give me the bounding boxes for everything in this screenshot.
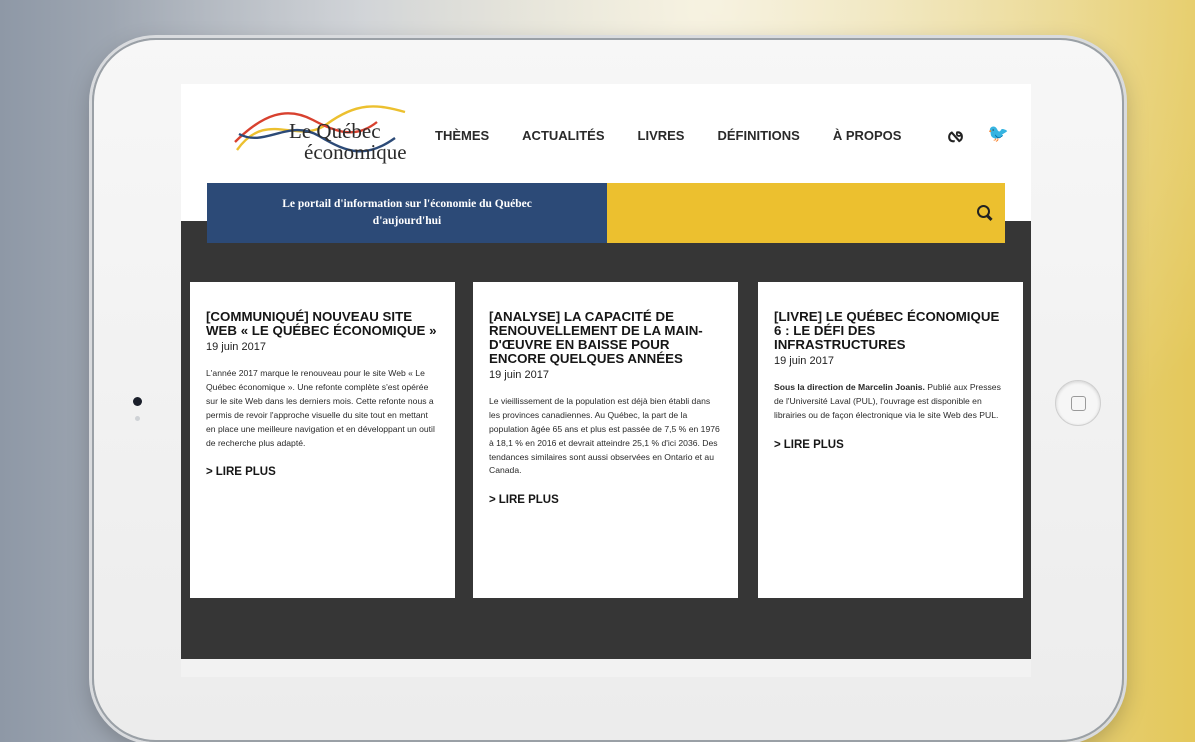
article-excerpt: Sous la direction de Marcelin Joanis. Pu… bbox=[774, 381, 1007, 423]
article-excerpt: Le vieillissement de la population est d… bbox=[489, 395, 720, 476]
nav-definitions[interactable]: DÉFINITIONS bbox=[717, 128, 799, 143]
article-card[interactable]: [LIVRE] LE QUÉBEC ÉCONOMIQUE 6 : LE DÉFI… bbox=[758, 282, 1023, 598]
camera-icon bbox=[133, 397, 142, 406]
rss-icon[interactable]: ᰒ bbox=[947, 124, 964, 150]
home-square-icon bbox=[1071, 396, 1086, 411]
sensor-dot bbox=[135, 416, 140, 421]
logo-line-1: Le Québec bbox=[289, 119, 381, 143]
article-title[interactable]: [LIVRE] LE QUÉBEC ÉCONOMIQUE 6 : LE DÉFI… bbox=[774, 310, 1007, 352]
footer-band bbox=[181, 659, 1031, 677]
search-bar[interactable] bbox=[607, 183, 1005, 243]
article-excerpt-bold: Sous la direction de Marcelin Joanis. bbox=[774, 381, 925, 392]
social-links: ᰒ 🐦 bbox=[947, 124, 1009, 150]
read-more-link[interactable]: LIRE PLUS bbox=[489, 494, 722, 506]
article-card[interactable]: [COMMUNIQUÉ] NOUVEAU SITE WEB « LE QUÉBE… bbox=[190, 282, 455, 598]
logo-line-2: économique bbox=[304, 140, 407, 164]
article-date: 19 juin 2017 bbox=[206, 340, 266, 353]
nav-livres[interactable]: LIVRES bbox=[638, 128, 685, 143]
home-button[interactable] bbox=[1055, 380, 1101, 426]
nav-actualites[interactable]: ACTUALITÉS bbox=[522, 128, 604, 143]
article-date: 19 juin 2017 bbox=[774, 354, 834, 367]
article-title[interactable]: [COMMUNIQUÉ] NOUVEAU SITE WEB « LE QUÉBE… bbox=[206, 310, 439, 338]
article-card[interactable]: [ANALYSE] LA CAPACITÉ DE RENOUVELLEMENT … bbox=[473, 282, 738, 598]
website-screen: Le Québec économique THÈMES ACTUALITÉS L… bbox=[181, 84, 1031, 677]
article-excerpt: L'année 2017 marque le renouveau pour le… bbox=[206, 367, 435, 448]
nav-a-propos[interactable]: À PROPOS bbox=[833, 128, 902, 143]
read-more-link[interactable]: LIRE PLUS bbox=[206, 466, 439, 478]
read-more-link[interactable]: LIRE PLUS bbox=[774, 439, 1007, 451]
article-title[interactable]: [ANALYSE] LA CAPACITÉ DE RENOUVELLEMENT … bbox=[489, 310, 722, 366]
search-icon[interactable] bbox=[977, 205, 990, 218]
main-nav: THÈMES ACTUALITÉS LIVRES DÉFINITIONS À P… bbox=[435, 128, 901, 143]
nav-themes[interactable]: THÈMES bbox=[435, 128, 489, 143]
article-date: 19 juin 2017 bbox=[489, 368, 549, 381]
tagline-banner: Le portail d'information sur l'économie … bbox=[207, 183, 607, 243]
twitter-icon[interactable]: 🐦 bbox=[988, 124, 1009, 150]
site-logo[interactable]: Le Québec économique bbox=[227, 98, 407, 168]
